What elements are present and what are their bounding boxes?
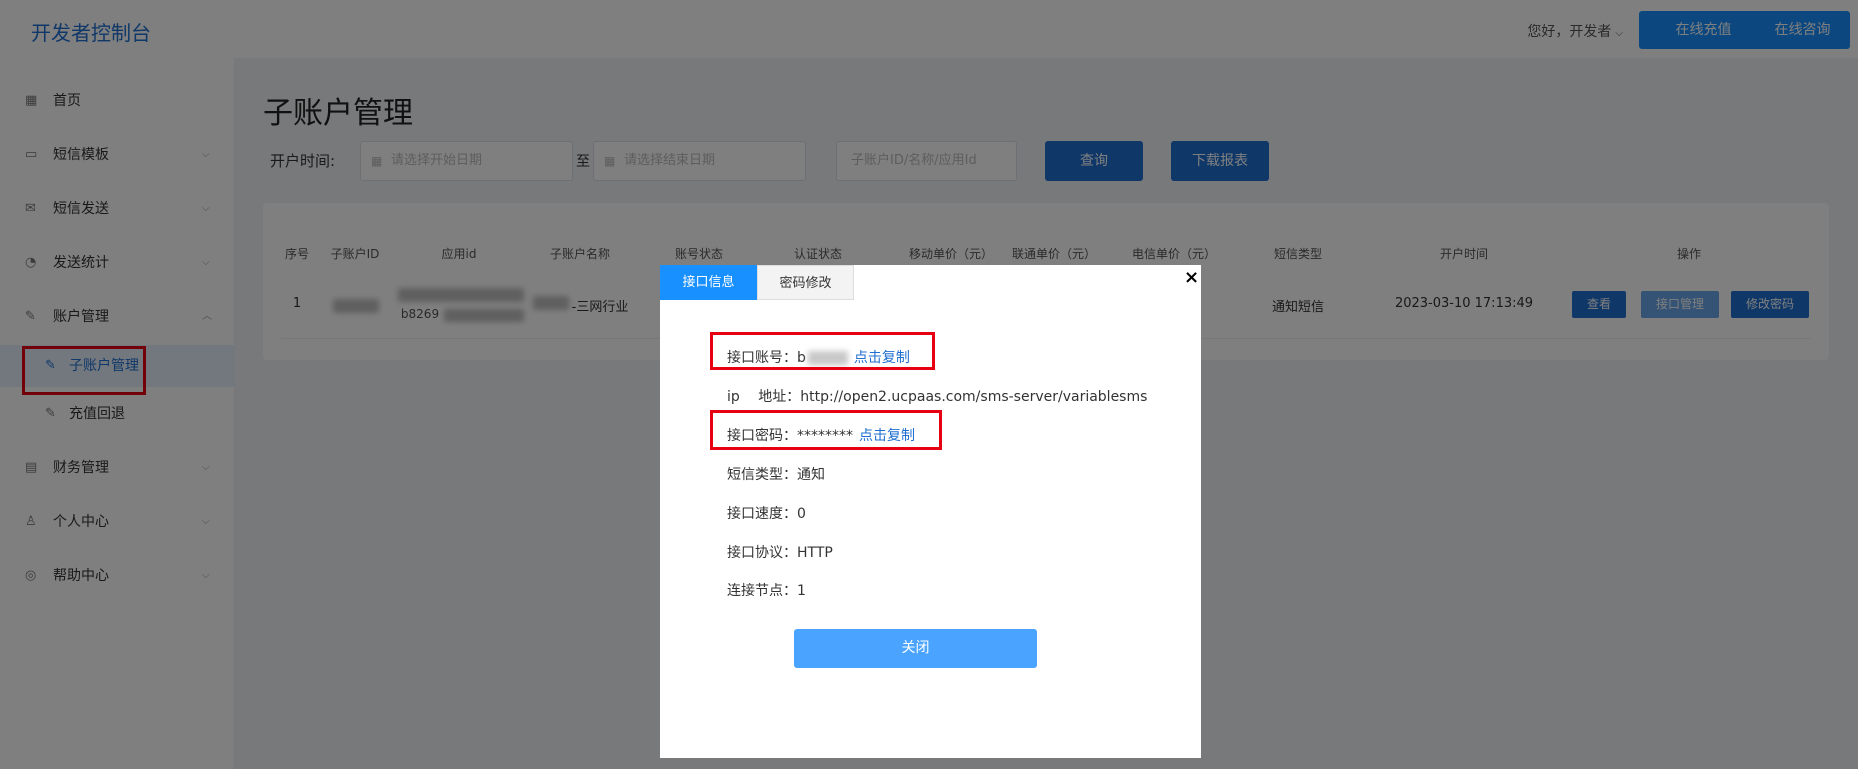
sms-type-value: 通知 — [797, 467, 825, 483]
tab-interface-info[interactable]: 接口信息 — [660, 265, 757, 300]
speed-label: 接口速度： — [727, 506, 797, 522]
sms-type-label: 短信类型： — [727, 467, 797, 483]
ip-label: ip 地址： — [727, 389, 801, 405]
protocol-value: HTTP — [797, 545, 833, 561]
node-label: 连接节点： — [727, 583, 797, 599]
node-value: 1 — [797, 583, 806, 599]
speed-value: 0 — [797, 506, 806, 522]
node-row: 连接节点：1 — [727, 580, 806, 600]
speed-row: 接口速度：0 — [727, 503, 806, 523]
interface-info-modal: 接口信息 密码修改 × 接口账号：b 点击复制 ip 地址：http://open… — [660, 265, 1201, 758]
protocol-label: 接口协议： — [727, 545, 797, 561]
protocol-row: 接口协议：HTTP — [727, 542, 833, 562]
sms-type-row: 短信类型：通知 — [727, 464, 825, 484]
ip-value: http://open2.ucpaas.com/sms-server/varia… — [800, 389, 1148, 405]
highlight-box — [710, 410, 942, 450]
ip-row: ip 地址：http://open2.ucpaas.com/sms-server… — [727, 386, 1147, 406]
close-icon[interactable]: × — [1184, 267, 1199, 288]
tab-password-change[interactable]: 密码修改 — [757, 265, 854, 300]
close-button[interactable]: 关闭 — [794, 629, 1037, 668]
highlight-box — [710, 332, 935, 370]
